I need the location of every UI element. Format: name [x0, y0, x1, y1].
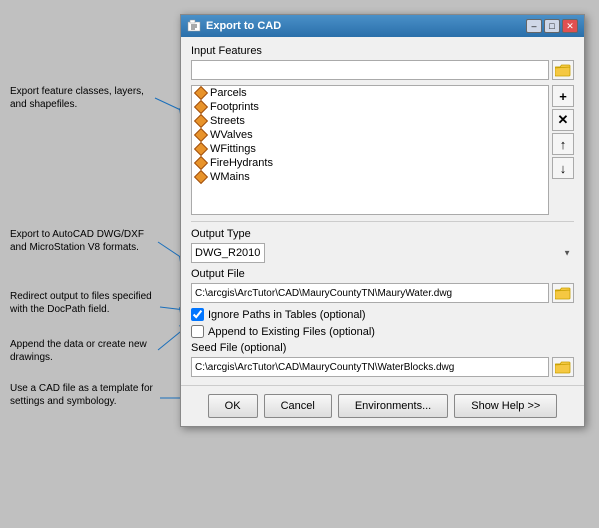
add-feature-button[interactable]: +	[552, 85, 574, 107]
maximize-button[interactable]: □	[544, 19, 560, 33]
feature-icon	[194, 86, 208, 100]
show-help-button[interactable]: Show Help >>	[454, 394, 557, 418]
seed-file-row	[191, 357, 574, 377]
ignore-paths-checkbox[interactable]	[191, 308, 204, 321]
close-button[interactable]: ✕	[562, 19, 578, 33]
append-files-row: Append to Existing Files (optional)	[191, 325, 574, 338]
output-type-select[interactable]: DWG_R2010DXF_R2010DGN_V8	[191, 243, 265, 263]
list-item[interactable]: Streets	[192, 114, 548, 128]
feature-icon	[194, 156, 208, 170]
append-files-checkbox[interactable]	[191, 325, 204, 338]
ok-button[interactable]: OK	[208, 394, 258, 418]
input-features-browse-button[interactable]	[552, 60, 574, 80]
environments-button[interactable]: Environments...	[338, 394, 448, 418]
list-item[interactable]: Footprints	[192, 100, 548, 114]
remove-feature-button[interactable]: ✕	[552, 109, 574, 131]
feature-icon	[194, 170, 208, 184]
move-up-button[interactable]: ↑	[552, 133, 574, 155]
output-type-row: DWG_R2010DXF_R2010DGN_V8	[191, 243, 574, 263]
annotation-5: Use a CAD file as a template for setting…	[10, 382, 158, 408]
annotation-1: Export feature classes, layers, and shap…	[10, 85, 150, 111]
feature-icon	[194, 142, 208, 156]
input-features-field[interactable]	[191, 60, 549, 80]
move-down-button[interactable]: ↓	[552, 157, 574, 179]
title-buttons: – □ ✕	[526, 19, 578, 33]
list-item[interactable]: Parcels	[192, 86, 548, 100]
side-buttons: + ✕ ↑ ↓	[552, 85, 574, 215]
seed-file-browse-button[interactable]	[552, 357, 574, 377]
list-item[interactable]: FireHydrants	[192, 156, 548, 170]
output-type-wrapper: DWG_R2010DXF_R2010DGN_V8	[191, 243, 574, 263]
minimize-button[interactable]: –	[526, 19, 542, 33]
dialog-footer: OK Cancel Environments... Show Help >>	[181, 385, 584, 426]
ignore-paths-label: Ignore Paths in Tables (optional)	[208, 309, 366, 321]
dialog-icon	[187, 19, 201, 33]
dialog-body: Input Features ParcelsFootprintsStreetsW…	[181, 37, 584, 385]
input-features-row	[191, 60, 574, 80]
input-features-label: Input Features	[191, 45, 574, 57]
annotation-4: Append the data or create new drawings.	[10, 338, 155, 364]
divider-1	[191, 221, 574, 222]
list-item[interactable]: WFittings	[192, 142, 548, 156]
title-bar-left: Export to CAD	[187, 19, 281, 33]
seed-file-label: Seed File (optional)	[191, 342, 574, 354]
output-file-row	[191, 283, 574, 303]
dialog-title: Export to CAD	[206, 20, 281, 32]
annotation-3: Redirect output to files specified with …	[10, 290, 158, 316]
output-file-label: Output File	[191, 268, 574, 280]
output-file-browse-button[interactable]	[552, 283, 574, 303]
output-type-label: Output Type	[191, 228, 574, 240]
seed-file-field[interactable]	[191, 357, 549, 377]
feature-icon	[194, 128, 208, 142]
feature-icon	[194, 100, 208, 114]
export-to-cad-dialog: Export to CAD – □ ✕ Input Features	[180, 14, 585, 427]
title-bar: Export to CAD – □ ✕	[181, 15, 584, 37]
feature-list[interactable]: ParcelsFootprintsStreetsWValvesWFittings…	[191, 85, 549, 215]
output-file-field[interactable]	[191, 283, 549, 303]
list-item[interactable]: WValves	[192, 128, 548, 142]
append-files-label: Append to Existing Files (optional)	[208, 326, 375, 338]
page-wrapper: Export feature classes, layers, and shap…	[0, 0, 599, 528]
feature-icon	[194, 114, 208, 128]
list-item[interactable]: WMains	[192, 170, 548, 184]
annotation-2: Export to AutoCAD DWG/DXF and MicroStati…	[10, 228, 155, 254]
cancel-button[interactable]: Cancel	[264, 394, 332, 418]
ignore-paths-row: Ignore Paths in Tables (optional)	[191, 308, 574, 321]
list-area-wrapper: ParcelsFootprintsStreetsWValvesWFittings…	[191, 85, 574, 215]
